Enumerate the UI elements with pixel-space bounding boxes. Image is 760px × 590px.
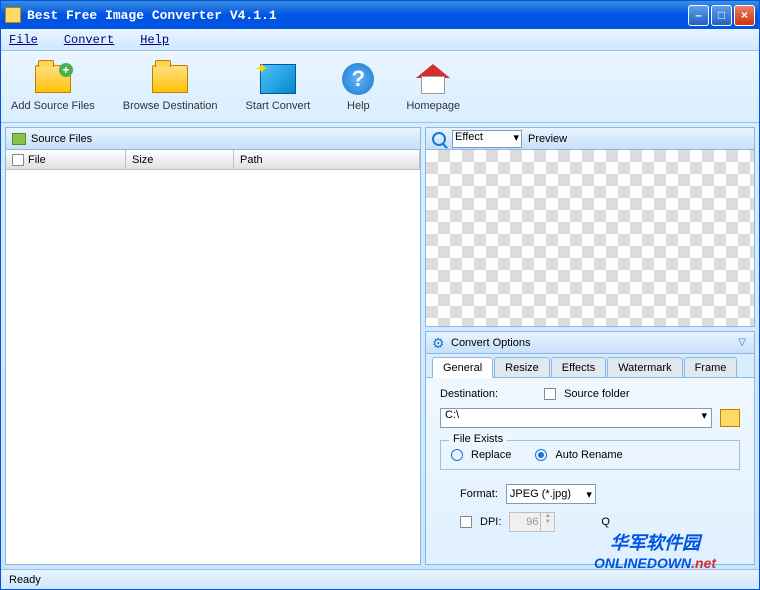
format-label: Format: bbox=[460, 488, 498, 500]
col-file-label: File bbox=[28, 154, 46, 166]
source-folder-label: Source folder bbox=[564, 388, 629, 400]
options-title: Convert Options bbox=[451, 337, 530, 349]
dpi-label: DPI: bbox=[480, 516, 501, 528]
destination-dropdown-icon[interactable]: ▾ bbox=[701, 409, 707, 422]
help-icon: ? bbox=[342, 63, 374, 95]
browse-dest-label: Browse Destination bbox=[123, 100, 218, 112]
replace-radio[interactable] bbox=[451, 449, 463, 461]
folder-plus-icon: + bbox=[35, 65, 71, 93]
preview-header: Effect ▾ Preview bbox=[426, 128, 754, 150]
auto-rename-label: Auto Rename bbox=[555, 449, 622, 461]
source-folder-checkbox[interactable] bbox=[544, 388, 556, 400]
start-convert-button[interactable]: Start Convert bbox=[246, 61, 311, 112]
main-window: Best Free Image Converter V4.1.1 – □ × F… bbox=[0, 0, 760, 590]
source-list-header: File Size Path bbox=[6, 150, 420, 170]
effect-select[interactable]: Effect ▾ bbox=[452, 130, 522, 148]
add-source-label: Add Source Files bbox=[11, 100, 95, 112]
homepage-button[interactable]: Homepage bbox=[406, 61, 460, 112]
select-all-checkbox[interactable] bbox=[12, 154, 24, 166]
app-icon bbox=[5, 7, 21, 23]
tab-frame[interactable]: Frame bbox=[684, 357, 738, 377]
column-path[interactable]: Path bbox=[234, 150, 420, 169]
source-panel-title: Source Files bbox=[31, 133, 92, 145]
preview-panel: Effect ▾ Preview bbox=[425, 127, 755, 327]
image-icon bbox=[12, 133, 26, 145]
magnify-icon bbox=[432, 132, 446, 146]
tab-watermark[interactable]: Watermark bbox=[607, 357, 682, 377]
titlebar: Best Free Image Converter V4.1.1 – □ × bbox=[1, 1, 759, 29]
close-button[interactable]: × bbox=[734, 5, 755, 26]
file-exists-group: File Exists Replace Auto Rename bbox=[440, 440, 740, 470]
tab-resize[interactable]: Resize bbox=[494, 357, 550, 377]
add-source-files-button[interactable]: + Add Source Files bbox=[11, 61, 95, 112]
destination-input[interactable]: C:\ ▾ bbox=[440, 408, 712, 428]
browse-folder-button[interactable] bbox=[720, 409, 740, 427]
menu-help[interactable]: Help bbox=[140, 33, 169, 47]
options-header[interactable]: ⚙ Convert Options ▽ bbox=[426, 332, 754, 354]
preview-label: Preview bbox=[528, 133, 567, 145]
menubar: File Convert Help bbox=[1, 29, 759, 51]
source-file-list[interactable] bbox=[6, 170, 420, 564]
toolbar: + Add Source Files Browse Destination St… bbox=[1, 51, 759, 123]
start-convert-label: Start Convert bbox=[246, 100, 311, 112]
source-panel-header: Source Files bbox=[6, 128, 420, 150]
auto-rename-radio[interactable] bbox=[535, 449, 547, 461]
quality-label: Q bbox=[601, 516, 610, 528]
source-files-panel: Source Files File Size Path bbox=[5, 127, 421, 565]
tab-general-content: Destination: Source folder C:\ ▾ File E bbox=[426, 378, 754, 564]
maximize-button[interactable]: □ bbox=[711, 5, 732, 26]
collapse-icon[interactable]: ▽ bbox=[738, 337, 746, 348]
file-exists-legend: File Exists bbox=[449, 433, 507, 445]
menu-file[interactable]: File bbox=[9, 33, 38, 47]
wand-icon bbox=[260, 64, 296, 94]
dpi-checkbox[interactable] bbox=[460, 516, 472, 528]
folder-icon bbox=[152, 65, 188, 93]
help-button[interactable]: ? Help bbox=[338, 61, 378, 112]
convert-options-panel: ⚙ Convert Options ▽ General Resize Effec… bbox=[425, 331, 755, 565]
home-icon bbox=[416, 64, 450, 94]
column-file[interactable]: File bbox=[6, 150, 126, 169]
dpi-spinner[interactable]: 96 ▲▼ bbox=[509, 512, 555, 532]
menu-convert[interactable]: Convert bbox=[64, 33, 114, 47]
main-area: Source Files File Size Path Effect ▾ bbox=[1, 123, 759, 569]
homepage-label: Homepage bbox=[406, 100, 460, 112]
help-label: Help bbox=[347, 100, 370, 112]
statusbar: Ready bbox=[1, 569, 759, 589]
tab-effects[interactable]: Effects bbox=[551, 357, 606, 377]
column-size[interactable]: Size bbox=[126, 150, 234, 169]
right-panel: Effect ▾ Preview ⚙ Convert Options ▽ Gen… bbox=[425, 127, 755, 565]
browse-destination-button[interactable]: Browse Destination bbox=[123, 61, 218, 112]
preview-canvas bbox=[426, 150, 754, 326]
options-tabs: General Resize Effects Watermark Frame bbox=[426, 354, 754, 378]
format-select[interactable]: JPEG (*.jpg)▾ bbox=[506, 484, 596, 504]
replace-label: Replace bbox=[471, 449, 511, 461]
gear-icon: ⚙ bbox=[432, 336, 446, 350]
destination-label: Destination: bbox=[440, 388, 498, 400]
tab-general[interactable]: General bbox=[432, 357, 493, 378]
status-text: Ready bbox=[9, 574, 41, 586]
window-title: Best Free Image Converter V4.1.1 bbox=[27, 8, 688, 23]
minimize-button[interactable]: – bbox=[688, 5, 709, 26]
